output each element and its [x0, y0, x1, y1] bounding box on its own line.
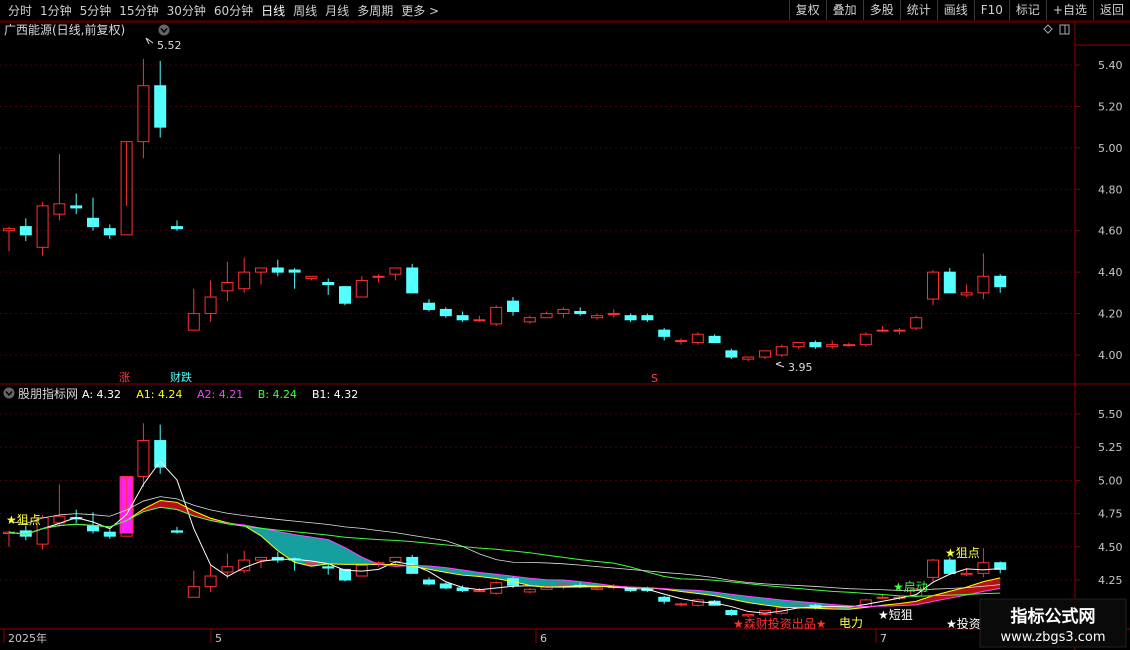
period-tab-1[interactable]: 1分钟	[36, 2, 76, 19]
legend-item-2: A2: 4.21	[197, 388, 243, 401]
period-tab-10[interactable]: 更多 >	[397, 2, 443, 19]
caidie-marker[interactable]: 财跌	[170, 370, 192, 384]
ind-y-tick-label: 5.00	[1098, 474, 1123, 487]
senru-label: ★森财投资出品★	[733, 616, 827, 631]
main-y-tick-label: 4.60	[1098, 225, 1123, 238]
x-tick-label: 5	[215, 632, 222, 645]
qidong-label: ★启动	[893, 580, 928, 594]
watermark-url: www.zbgs3.com	[1000, 630, 1105, 645]
period-tab-4[interactable]: 30分钟	[163, 2, 210, 19]
toolbar-button-5[interactable]: F10	[973, 0, 1009, 20]
main-y-tick-label: 4.80	[1098, 183, 1123, 196]
ind-candle-20	[339, 568, 351, 582]
main-y-tick-label: 4.00	[1098, 349, 1123, 362]
toolbar: 分时 1分钟 5分钟 15分钟 30分钟 60分钟 日线 周线 月线 多周期 更多 > 复权 叠加 多股…	[0, 0, 1130, 21]
toolbar-button-3[interactable]: 统计	[899, 0, 937, 20]
candle-24	[406, 263, 419, 294]
watermark-name: 指标公式网	[1011, 606, 1096, 627]
main-y-tick-label: 5.40	[1098, 59, 1123, 72]
period-tab-5[interactable]: 60分钟	[210, 2, 257, 19]
main-panel-title: 广西能源(日线,前复权)	[4, 22, 125, 37]
kline-chart[interactable]: 广西能源(日线,前复权) 5.40 5.20 5.00 4.80 4.60 4.40 4.2…	[0, 21, 1130, 650]
x-tick-label: 7	[880, 632, 887, 645]
title-dropdown-icon[interactable]	[158, 24, 170, 36]
toolbar-button-6[interactable]: 标记	[1008, 0, 1046, 20]
period-tab-3[interactable]: 15分钟	[115, 2, 162, 19]
ind-y-tick-label: 4.50	[1098, 541, 1123, 554]
period-tab-6[interactable]: 日线	[257, 2, 289, 19]
indicator-title: 股朋指标网	[18, 386, 78, 401]
ind-y-tick-label: 5.50	[1098, 408, 1123, 421]
toolbar-button-0[interactable]: 复权	[788, 0, 826, 20]
low-price-label: 3.95	[788, 361, 813, 374]
toolbar-button-1[interactable]: 叠加	[825, 0, 863, 20]
ind-y-tick-label: 4.25	[1098, 574, 1123, 587]
main-y-tick-label: 5.00	[1098, 142, 1123, 155]
period-tab-8[interactable]: 月线	[321, 2, 353, 19]
dianli-label: 电力	[839, 616, 863, 630]
period-tabs: 分时 1分钟 5分钟 15分钟 30分钟 60分钟 日线 周线 月线 多周期 更多 >	[0, 2, 443, 19]
zhang-marker[interactable]: 涨	[119, 371, 130, 384]
touzi-label: ★投资	[946, 616, 981, 631]
candle-56	[943, 268, 956, 294]
toolbar-button-2[interactable]: 多股	[862, 0, 900, 20]
ind-candle-43	[725, 609, 738, 616]
toolbar-right-buttons: 复权 叠加 多股 统计 画线 F10 标记 +自选 返回	[788, 0, 1130, 20]
period-tab-0[interactable]: 分时	[4, 2, 36, 19]
watermark: 指标公式网 www.zbgs3.com	[979, 598, 1127, 648]
jv-point-label-left: ★狙点	[6, 513, 41, 527]
period-tab-7[interactable]: 周线	[289, 2, 321, 19]
ind-y-tick-label: 4.75	[1098, 508, 1123, 521]
main-y-tick-label: 4.40	[1098, 266, 1123, 279]
x-tick-label: 6	[540, 632, 547, 645]
legend-item-3: B: 4.24	[258, 388, 297, 401]
x-tick-label: 2025年	[8, 631, 47, 645]
legend-item-1: A1: 4.24	[136, 388, 182, 401]
main-y-tick-label: 4.20	[1098, 308, 1123, 321]
candle-20	[339, 286, 351, 306]
high-price-label: 5.52	[157, 39, 182, 52]
toolbar-button-8[interactable]: 返回	[1092, 0, 1130, 20]
period-tab-2[interactable]: 5分钟	[76, 2, 116, 19]
legend-item-0: A: 4.32	[82, 388, 121, 401]
period-tab-9[interactable]: 多周期	[353, 2, 397, 19]
main-y-tick-label: 5.20	[1098, 100, 1123, 113]
s-marker[interactable]: S	[651, 372, 658, 385]
jv-point-label-right: ★狙点	[945, 546, 980, 560]
indicator-dropdown-icon[interactable]	[3, 387, 15, 399]
toolbar-button-7[interactable]: +自选	[1045, 0, 1093, 20]
toolbar-button-4[interactable]: 画线	[936, 0, 974, 20]
ind-y-tick-label: 5.25	[1098, 441, 1123, 454]
duanju-label: ★短狙	[878, 608, 913, 622]
legend-item-4: B1: 4.32	[312, 388, 358, 401]
ind-candle-26	[439, 582, 452, 590]
